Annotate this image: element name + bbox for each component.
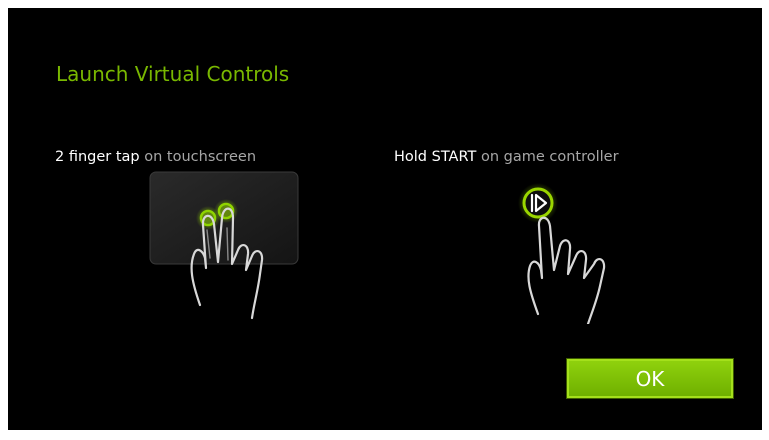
ok-button[interactable]: OK (566, 358, 734, 399)
controller-instruction: Hold START on game controller (394, 149, 619, 165)
controller-detail-text: on game controller (480, 149, 619, 165)
controller-action-text: Hold START (394, 149, 477, 165)
start-button (522, 187, 554, 219)
touch-detail-text: on touchscreen (144, 149, 257, 165)
touch-action-text: 2 finger tap (55, 149, 140, 165)
virtual-controls-dialog: Launch Virtual Controls 2 finger tap on … (8, 8, 762, 430)
touchscreen-instruction: 2 finger tap on touchscreen (55, 149, 256, 165)
two-finger-tap-icon (149, 171, 299, 320)
hold-start-button-icon (518, 183, 606, 324)
dialog-title: Launch Virtual Controls (56, 62, 290, 86)
